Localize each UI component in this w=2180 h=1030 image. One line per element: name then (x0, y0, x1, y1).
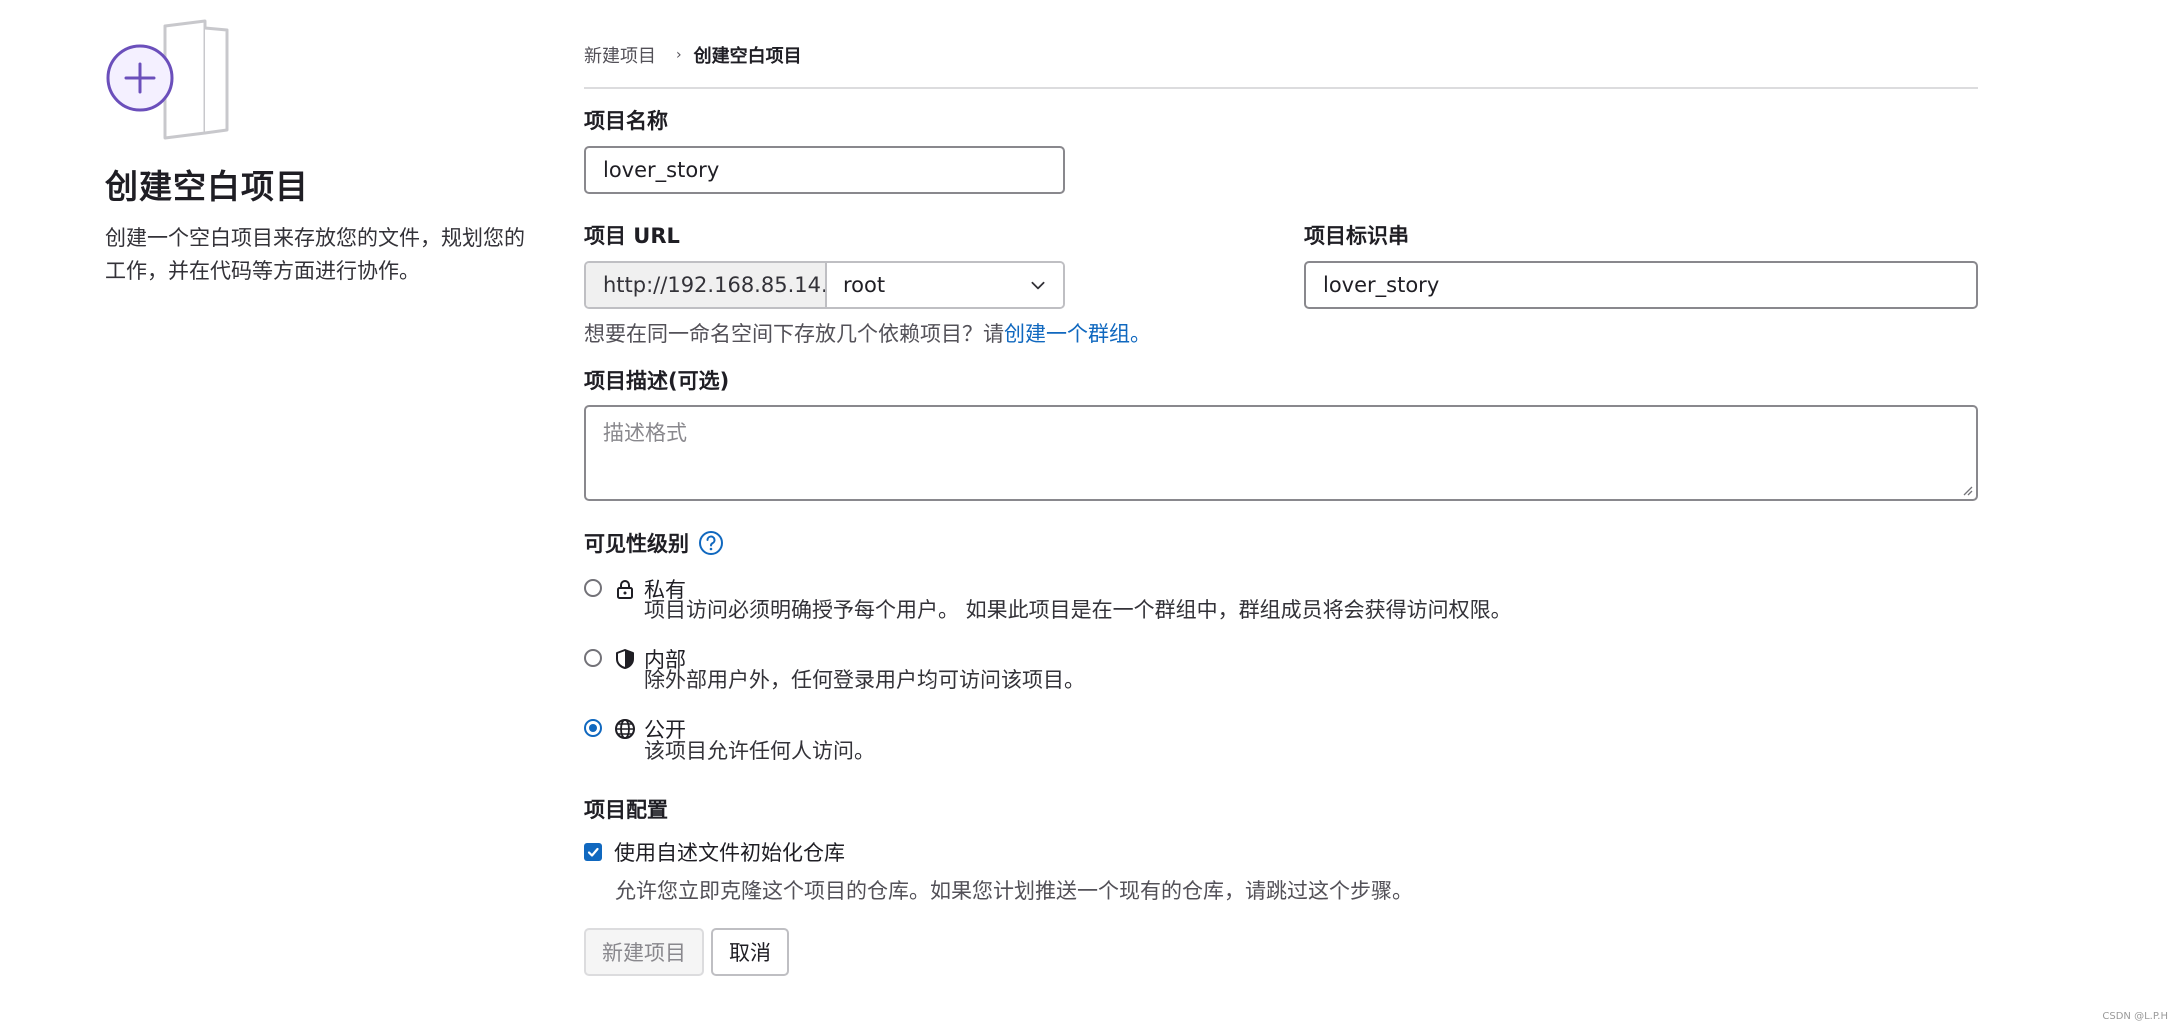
question-icon[interactable] (698, 530, 724, 556)
breadcrumb-current: 创建空白项目 (693, 46, 802, 67)
radio-private[interactable] (584, 579, 602, 597)
watermark: CSDN @L.P.H (2102, 1011, 2168, 1022)
group-help-prefix: 想要在同一命名空间下存放几个依赖项目？请 (584, 322, 1004, 346)
description-placeholder: 描述格式 (603, 421, 687, 445)
page-description: 创建一个空白项目来存放您的文件，规划您的工作，并在代码等方面进行协作。 (105, 226, 525, 283)
earth-icon (615, 719, 635, 739)
plus-document-icon (106, 19, 229, 140)
internal-desc: 除外部用户外，任何登录用户均可访问该项目。 (644, 668, 1085, 692)
readme-help-text: 允许您立即克隆这个项目的仓库。如果您计划推送一个现有的仓库，请跳过这个步骤。 (615, 879, 1413, 903)
group-help-text: 想要在同一命名空间下存放几个依赖项目？请创建一个群组。 (584, 318, 1151, 348)
radio-public[interactable] (584, 719, 602, 737)
public-desc: 该项目允许任何人访问。 (644, 739, 875, 763)
divider (584, 87, 1978, 89)
project-url-group: http://192.168.85.14... root (584, 261, 1065, 309)
new-project-illustration (105, 18, 231, 140)
project-slug-label: 项目标识串 (1304, 224, 1409, 248)
resize-handle-icon[interactable] (1961, 484, 1973, 496)
visibility-label-text: 可见性级别 (584, 532, 689, 556)
cancel-button[interactable]: 取消 (711, 928, 789, 976)
breadcrumb-new-project[interactable]: 新建项目 (584, 42, 656, 68)
create-project-button[interactable]: 新建项目 (584, 928, 704, 976)
project-name-input[interactable]: lover_story (584, 146, 1065, 194)
visibility-label: 可见性级别 (584, 528, 724, 558)
breadcrumb: 新建项目 › 创建空白项目 (584, 40, 802, 70)
readme-checkbox[interactable] (584, 843, 602, 861)
readme-option[interactable]: 使用自述文件初始化仓库 (584, 837, 845, 867)
project-url-label: 项目 URL (584, 224, 680, 248)
chevron-down-icon (1031, 281, 1045, 290)
namespace-select[interactable]: root (827, 263, 1063, 307)
page-title: 创建空白项目 (105, 167, 309, 206)
private-desc: 项目访问必须明确授予每个用户。 如果此项目是在一个群组中，群组成员将会获得访问权… (644, 598, 1512, 622)
project-config-label: 项目配置 (584, 798, 668, 822)
description-label: 项目描述(可选) (584, 369, 730, 393)
project-slug-input[interactable]: lover_story (1304, 261, 1978, 309)
chevron-right-icon: › (676, 47, 682, 63)
project-name-label: 项目名称 (584, 109, 668, 133)
lock-icon (617, 580, 633, 599)
left-panel: 创建空白项目 创建一个空白项目来存放您的文件，规划您的工作，并在代码等方面进行协… (105, 18, 545, 288)
namespace-value: root (843, 273, 886, 297)
radio-internal[interactable] (584, 649, 602, 667)
description-textarea[interactable]: 描述格式 (584, 405, 1978, 501)
shield-icon (616, 649, 634, 669)
check-icon (587, 847, 599, 857)
project-url-prefix: http://192.168.85.14... (586, 263, 827, 307)
readme-checkbox-label: 使用自述文件初始化仓库 (614, 841, 845, 865)
create-group-link[interactable]: 创建一个群组。 (1004, 322, 1151, 346)
